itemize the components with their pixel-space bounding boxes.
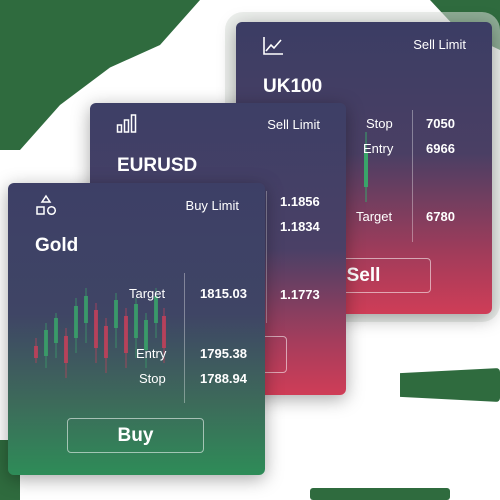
entry-value: 1795.38 <box>200 346 247 361</box>
candle-body <box>134 304 138 338</box>
candle-body <box>74 306 78 338</box>
stop-value: 1.1856 <box>280 194 320 209</box>
candle-body <box>84 296 88 323</box>
trade-card-gold[interactable]: Buy Limit Gold Target Entry Stop 1815.03… <box>8 183 265 475</box>
candle-body <box>104 326 108 358</box>
shapes-icon <box>36 194 57 216</box>
line-chart-icon <box>263 37 283 55</box>
symbol-name: Gold <box>35 235 79 256</box>
price-divider <box>412 110 413 242</box>
entry-value: 6966 <box>426 141 455 156</box>
target-label: Target <box>129 286 166 301</box>
stop-value: 7050 <box>426 116 455 131</box>
entry-value: 1.1834 <box>280 219 320 234</box>
decorative-shape <box>310 488 450 500</box>
symbol-name: UK100 <box>263 76 323 97</box>
candle-body <box>162 316 166 348</box>
price-divider <box>184 273 185 403</box>
candle-body <box>44 330 48 356</box>
entry-label: Entry <box>363 141 394 156</box>
price-divider <box>266 191 267 323</box>
target-value: 6780 <box>426 209 455 224</box>
candle-body <box>64 336 68 363</box>
stop-value: 1788.94 <box>200 371 247 386</box>
buy-button[interactable]: Buy <box>67 418 204 453</box>
candle-body <box>34 346 38 358</box>
order-type: Sell Limit <box>413 37 466 52</box>
target-label: Target <box>356 209 393 224</box>
bar-chart-icon <box>116 114 137 133</box>
target-value: 1815.03 <box>200 286 247 301</box>
target-value: 1.1773 <box>280 287 320 302</box>
candle-body <box>124 316 128 353</box>
order-type: Buy Limit <box>185 198 239 213</box>
candle-body <box>114 300 118 328</box>
candle-body <box>94 310 98 348</box>
stop-label: Stop <box>366 116 393 131</box>
candle-body <box>54 318 58 343</box>
symbol-name: EURUSD <box>117 155 198 176</box>
decorative-shape <box>400 368 500 402</box>
entry-label: Entry <box>136 346 167 361</box>
stop-label: Stop <box>139 371 166 386</box>
order-type: Sell Limit <box>267 117 320 132</box>
